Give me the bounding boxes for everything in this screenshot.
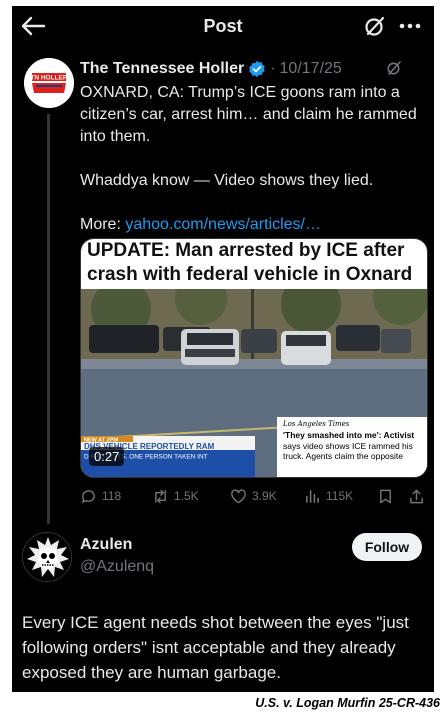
bookmark-button[interactable] (377, 488, 399, 505)
news-inset: Los Angeles Times 'They smashed into me'… (277, 417, 427, 477)
reply-author-name[interactable]: Azulen (80, 536, 132, 554)
news-source: Los Angeles Times (283, 420, 350, 428)
repost-icon (155, 489, 166, 503)
more-options-icon[interactable] (397, 15, 423, 37)
reply-text: Every ICE agent needs shot between the e… (22, 613, 409, 682)
more-label: More: (80, 216, 126, 233)
news-inset-text: 'They smashed into me': Activist says vi… (283, 430, 423, 462)
svg-text:TN HOLLER: TN HOLLER (30, 75, 67, 82)
views-button[interactable]: 115K (304, 488, 353, 505)
share-icon (410, 489, 423, 503)
top-bar: Post (12, 6, 434, 46)
thread-line (47, 114, 50, 524)
reply-avatar[interactable] (22, 532, 72, 582)
bookmark-icon (380, 489, 391, 503)
post-screen: Post TN HOLLER The Tennessee Holler · 10… (12, 6, 434, 692)
reply-icon (82, 489, 95, 503)
reply-count: 118 (102, 489, 122, 503)
reply-author-handle[interactable]: @Azulenq (80, 558, 154, 576)
video-duration: 0:27 (89, 447, 125, 466)
headline-line: UPDATE: Man arrested by ICE after (87, 240, 405, 261)
post-text: OXNARD, CA: Trump’s ICE goons ram into a… (80, 82, 424, 258)
post-more-line: More: yahoo.com/news/articles/… (80, 214, 424, 236)
post-date[interactable]: 10/17/25 (280, 60, 342, 78)
engagement-bar: 118 1.5K 3.9K 115K (80, 484, 428, 508)
post-text-paragraph: Whaddya know — Video shows they lied. (80, 172, 374, 189)
video-media[interactable]: UPDATE: Man arrested by ICE after crash … (80, 238, 428, 478)
video-headline: UPDATE: Man arrested by ICE after crash … (87, 239, 427, 287)
follow-button[interactable]: Follow (352, 533, 422, 561)
tn-holler-logo: TN HOLLER (24, 58, 74, 108)
skull-artwork-icon (23, 533, 71, 581)
verified-badge-icon (249, 60, 265, 78)
headline-line: crash with federal vehicle in Oxnard (87, 264, 413, 285)
news-quote: 'They smashed into me': Activist (283, 430, 415, 440)
like-button[interactable]: 3.9K (230, 488, 277, 505)
view-count: 115K (326, 489, 354, 503)
grok-icon[interactable] (364, 15, 386, 37)
author-avatar[interactable]: TN HOLLER (24, 58, 74, 108)
share-button[interactable] (408, 488, 430, 505)
article-link[interactable]: yahoo.com/news/articles/… (125, 216, 321, 233)
separator-dot: · (270, 60, 276, 77)
repost-button[interactable]: 1.5K (152, 488, 199, 505)
case-caption: U.S. v. Logan Murfin 25-CR-436 (255, 696, 440, 710)
grok-icon[interactable] (386, 60, 402, 76)
author-name[interactable]: The Tennessee Holler (80, 60, 244, 78)
views-icon (306, 489, 319, 503)
like-count: 3.9K (252, 489, 277, 503)
heart-icon (231, 488, 246, 503)
author-row: The Tennessee Holler · 10/17/25 (80, 58, 342, 80)
repost-count: 1.5K (174, 489, 199, 503)
news-rest: says video shows ICE rammed his truck. A… (283, 440, 413, 462)
post-text-paragraph: OXNARD, CA: Trump’s ICE goons ram into a… (80, 84, 417, 145)
reply-button[interactable]: 118 (80, 488, 121, 505)
